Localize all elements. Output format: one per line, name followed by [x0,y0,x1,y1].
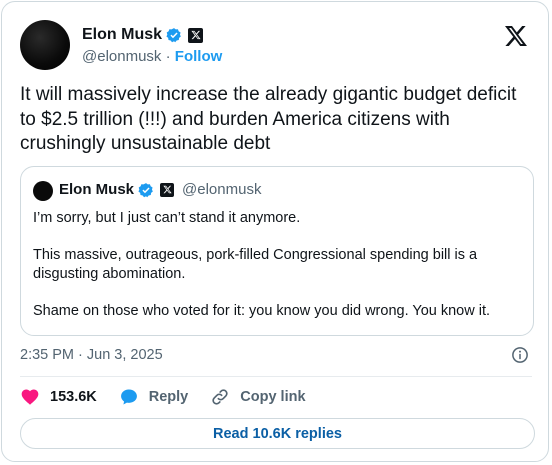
follow-button[interactable]: Follow [175,48,223,65]
action-bar: 153.6K Reply Copy link [20,386,328,408]
author-handle[interactable]: @elonmusk [82,48,161,65]
read-replies-button[interactable]: Read 10.6K replies [20,418,535,449]
read-replies-label: Read 10.6K replies [213,425,342,442]
quoted-author-avatar [33,181,53,201]
copy-link-button[interactable]: Copy link [210,387,306,407]
quoted-paragraph: I’m sorry, but I just can’t stand it any… [33,210,301,226]
x-logo-icon[interactable] [504,24,528,48]
verified-badge-icon [138,182,153,197]
tweet-text: It will massively increase the already g… [20,84,517,154]
info-icon[interactable] [511,346,529,364]
separator-dot: · [165,48,175,65]
divider [20,376,532,377]
reply-label: Reply [148,389,189,405]
author-name[interactable]: Elon Musk [82,26,162,44]
quoted-paragraph: Shame on those who voted for it: you kno… [33,302,491,319]
author-handle-row: @elonmusk · Follow [82,48,222,65]
quoted-tweet[interactable]: Elon Musk @elonmusk I’m sorry, but I jus… [20,166,534,336]
verified-badge-icon [166,28,181,43]
quoted-author-name: Elon Musk [59,181,135,198]
like-button[interactable]: 153.6K [20,387,97,407]
quoted-tweet-body: I’m sorry, but I just can’t stand it any… [33,209,521,338]
author-avatar[interactable] [20,20,70,70]
x-affiliation-icon [188,27,204,43]
x-affiliation-icon [160,182,175,197]
like-count: 153.6K [50,389,97,405]
link-icon [212,389,228,405]
quoted-author-row: Elon Musk @elonmusk [59,181,261,198]
copy-link-label: Copy link [240,389,306,405]
reply-bubble-icon [120,389,137,405]
tweet-timestamp[interactable]: 2:35 PM · Jun 3, 2025 [20,347,163,363]
author-name-row: Elon Musk [82,26,204,44]
tweet-card: Elon Musk @elonmusk · Follow It will mas… [1,1,549,462]
quoted-paragraph: This massive, outrageous, pork-filled Co… [33,246,478,283]
reply-button[interactable]: Reply [119,387,189,407]
heart-icon [21,389,39,405]
quoted-author-handle: @elonmusk [182,181,262,198]
